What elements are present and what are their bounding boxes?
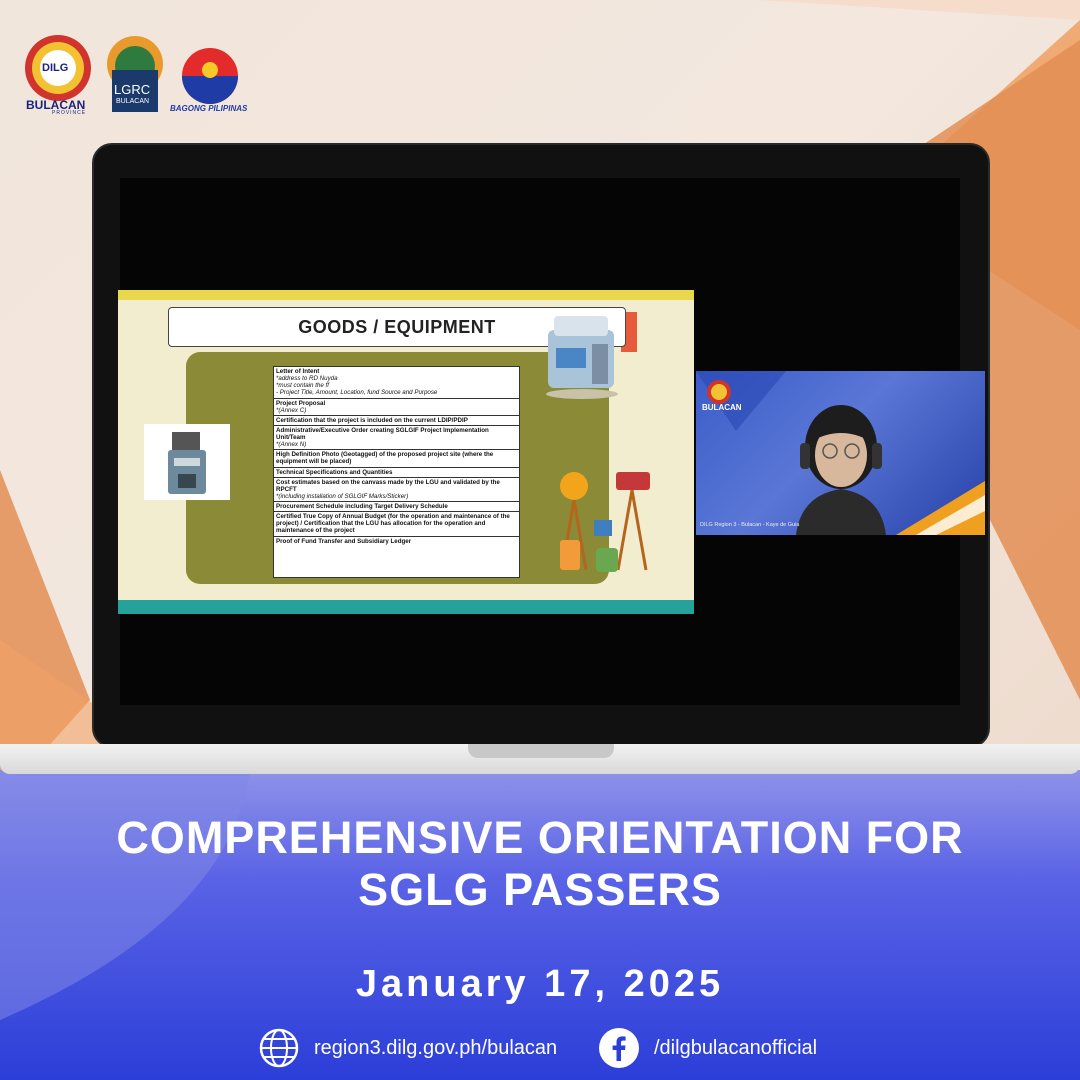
requirement-label: Project Proposal	[276, 399, 326, 407]
equipment-illustration	[554, 460, 662, 576]
requirement-row: Project Proposal *(Annex C)	[274, 399, 519, 416]
requirement-note: *must contain the ff	[276, 382, 329, 390]
requirement-label: Certified True Copy of Annual Budget (fo…	[276, 513, 510, 535]
requirement-row: Certified True Copy of Annual Budget (fo…	[274, 512, 519, 537]
requirement-label: Cost estimates based on the canvass made…	[276, 478, 500, 493]
lgrc-logo-bulacan: BULACAN	[116, 98, 150, 105]
requirement-label: Technical Specifications and Quantities	[276, 468, 393, 476]
headline: COMPREHENSIVE ORIENTATION FOR SGLG PASSE…	[0, 812, 1080, 916]
requirements-table: Letter of Intent *address to RD Nuyda *mus…	[273, 366, 520, 578]
requirement-label: High Definition Photo (Geotagged) of the…	[276, 451, 494, 466]
requirement-row: Proof of Fund Transfer and Subsidiary Le…	[274, 537, 519, 546]
presentation-slide: GOODS / EQUIPMENT Letter of Intent *addre…	[118, 290, 694, 614]
requirement-note: *(including installation of SGLGIF Marks…	[276, 492, 409, 500]
headline-line-2: SGLG PASSERS	[358, 864, 722, 915]
requirement-note: *address to RD Nuyda	[276, 375, 338, 383]
facebook-icon	[599, 1028, 639, 1068]
slide-bottom-stripe	[118, 600, 694, 614]
bagong-pilipinas-text: BAGONG PILIPINAS	[170, 104, 248, 113]
facebook-link[interactable]: /dilgbulacanofficial	[598, 1028, 817, 1068]
requirement-note: *(Annex C)	[276, 406, 307, 414]
speaker-caption: DILG Region 3 - Bulacan - Kaye de Guia	[700, 522, 800, 528]
requirement-row: Certification that the project is includ…	[274, 416, 519, 426]
website-link[interactable]: region3.dilg.gov.ph/bulacan	[258, 1028, 557, 1068]
requirement-label: Procurement Schedule including Target De…	[276, 503, 448, 510]
dilg-logo-province: PROVINCE	[52, 110, 87, 116]
headline-line-1: COMPREHENSIVE ORIENTATION FOR	[116, 812, 964, 863]
requirement-label: Administrative/Executive Order creating …	[276, 426, 489, 441]
requirement-label: Certification that the project is includ…	[276, 416, 468, 424]
event-date: January 17, 2025	[355, 963, 725, 1005]
requirement-row: High Definition Photo (Geotagged) of the…	[274, 450, 519, 468]
laptop-notch	[468, 744, 614, 758]
lgrc-logo-text: LGRC	[114, 82, 151, 97]
dilg-logo: DILG BULACAN PROVINCE	[22, 32, 94, 116]
lgrc-logo: LGRC BULACAN	[104, 26, 166, 114]
speaker-logo-text: BULACAN	[702, 403, 742, 412]
requirement-row: Technical Specifications and Quantities	[274, 468, 519, 478]
equipment-image	[144, 424, 230, 500]
speaker-person	[796, 405, 886, 535]
requirement-note: *(Annex N)	[276, 441, 307, 449]
requirement-row: Administrative/Executive Order creating …	[274, 426, 519, 451]
requirement-row: Letter of Intent *address to RD Nuyda *mus…	[274, 367, 519, 399]
printer-illustration	[538, 308, 626, 400]
requirement-row: Procurement Schedule including Target De…	[274, 502, 519, 513]
facebook-text: /dilgbulacanofficial	[654, 1036, 818, 1059]
requirement-label: Letter of Intent	[276, 368, 320, 375]
requirement-label: Proof of Fund Transfer and Subsidiary Le…	[276, 537, 412, 545]
requirement-row: Cost estimates based on the canvass made…	[274, 478, 519, 502]
dilg-logo-text: DILG	[42, 62, 69, 74]
globe-icon	[259, 1028, 299, 1068]
bagong-pilipinas-logo: BAGONG PILIPINAS	[170, 40, 254, 116]
website-text: region3.dilg.gov.ph/bulacan	[314, 1036, 558, 1059]
requirement-note: - Project Title, Amount, Location, fund …	[276, 389, 438, 397]
speaker-video: BULACAN DILG Region 3 - Bulacan - Kaye d…	[696, 371, 985, 535]
slide-top-stripe	[118, 290, 694, 300]
